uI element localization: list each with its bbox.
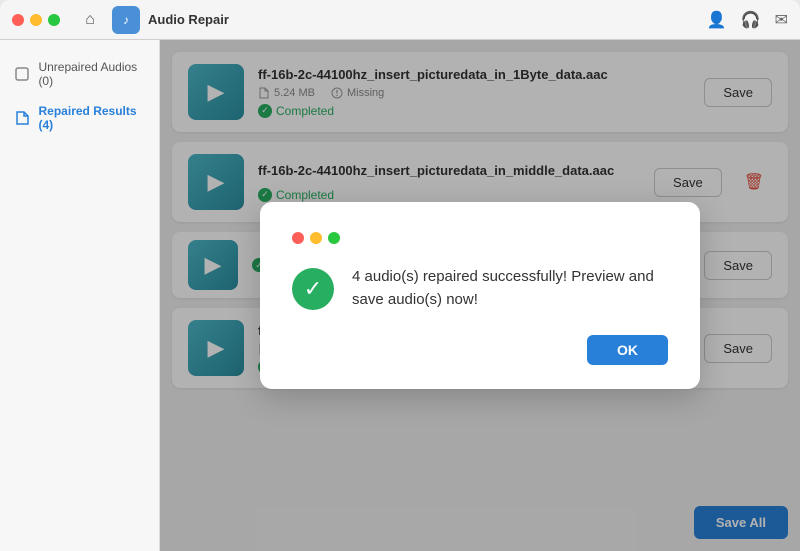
- sidebar-item-unrepaired[interactable]: Unrepaired Audios (0): [0, 52, 159, 96]
- headphone-icon[interactable]: 🎧: [741, 10, 761, 30]
- sidebar-item-repaired[interactable]: Repaired Results (4): [0, 96, 159, 140]
- minimize-button[interactable]: [30, 14, 42, 26]
- modal-close-button[interactable]: [292, 232, 304, 244]
- home-icon[interactable]: ⌂: [76, 6, 104, 34]
- sidebar: Unrepaired Audios (0) Repaired Results (…: [0, 40, 160, 551]
- modal-maximize-button[interactable]: [328, 232, 340, 244]
- mail-icon[interactable]: ✉: [775, 10, 788, 30]
- maximize-button[interactable]: [48, 14, 60, 26]
- modal-message: 4 audio(s) repaired successfully! Previe…: [352, 266, 668, 311]
- main-layout: Unrepaired Audios (0) Repaired Results (…: [0, 40, 800, 551]
- title-bar-right: 👤 🎧 ✉: [707, 10, 788, 30]
- modal-footer: OK: [292, 335, 668, 365]
- title-bar-nav: ⌂ ♪ Audio Repair: [76, 6, 229, 34]
- content-area: ▶ ff-16b-2c-44100hz_insert_picturedata_i…: [160, 40, 800, 551]
- audio-repair-icon: ♪: [112, 6, 140, 34]
- modal-check-icon: ✓: [292, 268, 334, 310]
- close-button[interactable]: [12, 14, 24, 26]
- modal-body: ✓ 4 audio(s) repaired successfully! Prev…: [292, 266, 668, 311]
- sidebar-item-repaired-label: Repaired Results (4): [39, 104, 145, 132]
- unrepaired-icon: [14, 65, 30, 83]
- page-title: Audio Repair: [148, 12, 229, 27]
- ok-button[interactable]: OK: [587, 335, 668, 365]
- title-bar: ⌂ ♪ Audio Repair 👤 🎧 ✉: [0, 0, 800, 40]
- traffic-lights: [12, 14, 60, 26]
- sidebar-item-unrepaired-label: Unrepaired Audios (0): [38, 60, 145, 88]
- repaired-icon: [14, 109, 31, 127]
- modal-overlay: ✓ 4 audio(s) repaired successfully! Prev…: [160, 40, 800, 551]
- success-modal: ✓ 4 audio(s) repaired successfully! Prev…: [260, 202, 700, 389]
- user-icon[interactable]: 👤: [707, 10, 727, 30]
- modal-traffic-lights: [292, 232, 668, 244]
- modal-minimize-button[interactable]: [310, 232, 322, 244]
